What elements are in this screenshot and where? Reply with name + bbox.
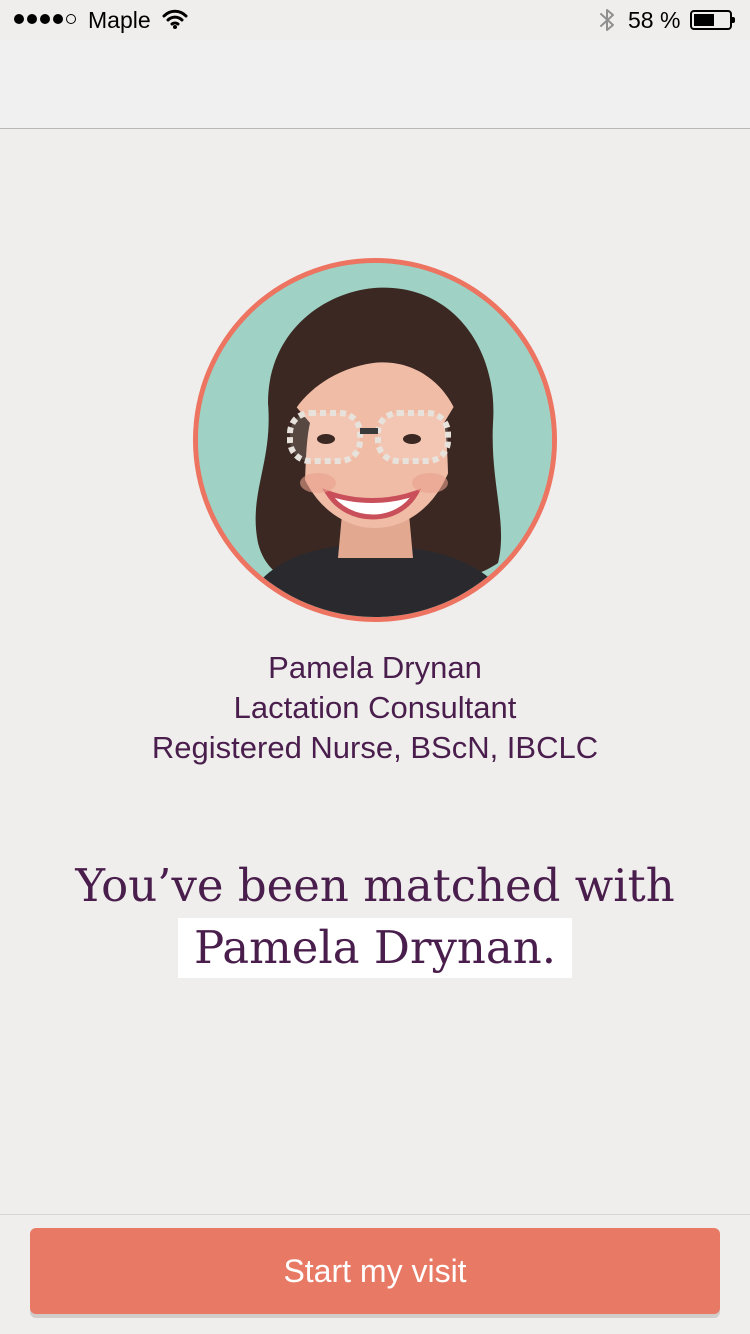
consultant-role: Lactation Consultant <box>233 690 517 725</box>
battery-level <box>694 14 714 26</box>
consultant-credentials: Registered Nurse, BScN, IBCLC <box>151 730 599 765</box>
consultant-avatar <box>198 263 552 617</box>
battery-percent: 58 % <box>628 7 681 33</box>
navigation-bar <box>0 40 750 129</box>
matched-consultant-name: Pamela Drynan. <box>177 918 573 978</box>
consultant-name: Pamela Drynan <box>268 650 482 685</box>
consultant-avatar-ring <box>193 258 557 622</box>
battery-icon <box>690 10 735 30</box>
start-visit-button[interactable]: Start my visit <box>30 1228 720 1314</box>
status-bar: Maple 58 % <box>0 0 750 40</box>
bluetooth-icon <box>598 7 616 39</box>
wifi-icon <box>162 8 188 36</box>
match-message: You’ve been matched with Pamela Drynan. <box>0 856 750 978</box>
match-heading: You’ve been matched with <box>75 859 675 912</box>
carrier-name: Maple <box>88 7 151 33</box>
signal-icon <box>14 14 76 24</box>
bottom-divider <box>0 1214 750 1215</box>
consultant-info: Pamela Drynan Lactation Consultant Regis… <box>0 648 750 768</box>
